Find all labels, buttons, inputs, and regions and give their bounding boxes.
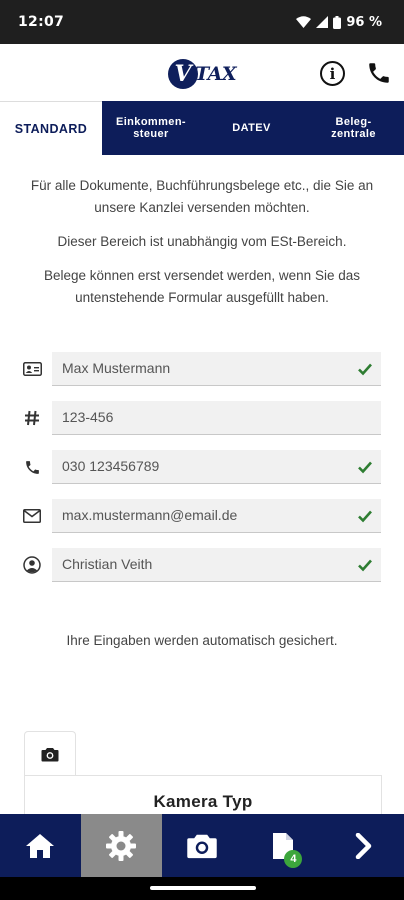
home-icon [26,833,55,858]
intro-paragraph-2: Dieser Bereich ist unabhängig vom ESt-Be… [57,234,347,249]
hash-icon [22,408,42,428]
form-row-number: 123-456 [0,401,404,435]
status-bar: 12:07 96 % [0,0,404,44]
phone-field[interactable]: 030 123456789 [52,450,381,484]
camera-type-title: Kamera Typ [153,792,253,811]
nav-next-button[interactable] [323,814,404,877]
app-header: V TAX i [0,44,404,101]
id-card-icon [22,359,42,379]
nav-camera-button[interactable] [162,814,243,877]
gesture-home-bar[interactable] [150,886,256,890]
section-tabs: STANDARD Einkommen-steuer DATEV Beleg-ze… [0,101,404,155]
bottom-navigation: 4 [0,814,404,877]
name-valid-check-icon [358,363,372,376]
status-time: 12:07 [18,14,65,30]
battery-icon [333,15,342,29]
client-number-field[interactable]: 123-456 [52,401,381,435]
info-icon: i [329,64,336,83]
logo-text: TAX [195,63,237,85]
form-row-email: max.mustermann@email.de [0,499,404,533]
intro-paragraph-3: Belege können erst versendet werden, wen… [44,268,360,305]
nav-home-button[interactable] [0,814,81,877]
logo-mark: V [168,59,198,89]
intro-paragraph-1: Für alle Dokumente, Buchführungsbelege e… [30,178,374,215]
status-icons: 96 % [296,15,382,30]
wifi-icon [296,16,312,28]
tab-standard[interactable]: STANDARD [0,101,102,155]
form-row-phone: 030 123456789 [0,450,404,484]
autosave-note: Ihre Eingaben werden automatisch gesiche… [66,633,338,648]
camera-type-tab[interactable] [24,731,76,776]
vtax-logo: V TAX [168,57,238,91]
tab-belegzentrale[interactable]: Beleg-zentrale [303,101,404,155]
mail-icon [22,506,42,526]
battery-percent: 96 % [346,14,382,30]
settings-gear-icon [106,830,137,861]
email-field[interactable]: max.mustermann@email.de [52,499,381,533]
form-row-advisor: Christian Veith [0,548,404,582]
camera-icon [41,747,59,761]
name-field[interactable]: Max Mustermann [52,352,381,386]
advisor-field[interactable]: Christian Veith [52,548,381,582]
phone-icon [22,457,42,477]
documents-count-badge: 4 [284,850,303,868]
camera-icon [187,834,217,858]
email-valid-check-icon [358,510,372,523]
form-row-name: Max Mustermann [0,352,404,386]
advisor-valid-check-icon [358,559,372,572]
phone-call-button[interactable] [366,60,392,86]
tab-datev[interactable]: DATEV [200,101,303,155]
nav-settings-button[interactable] [80,814,162,877]
intro-text: Für alle Dokumente, Buchführungsbelege e… [20,175,384,321]
info-button[interactable]: i [320,61,345,86]
user-circle-icon [22,555,42,575]
chevron-right-icon [355,832,371,859]
tab-einkommensteuer[interactable]: Einkommen-steuer [102,101,200,155]
nav-documents-button[interactable]: 4 [242,814,323,877]
signal-icon [316,16,329,28]
phone-valid-check-icon [358,461,372,474]
